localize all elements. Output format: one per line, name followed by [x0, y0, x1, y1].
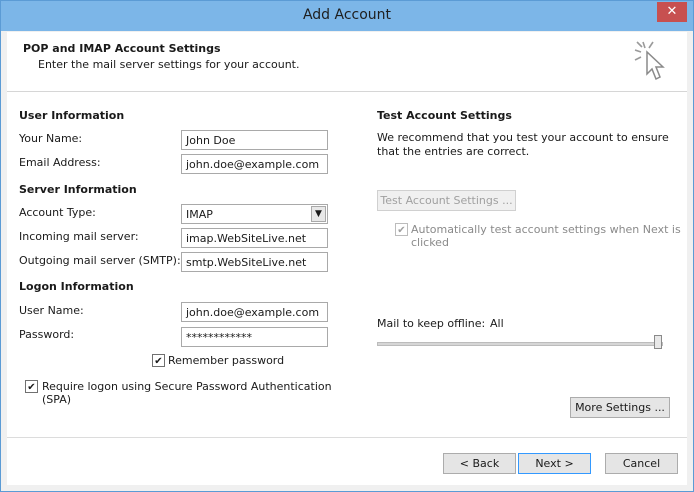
mail-offline-value: All — [490, 317, 504, 330]
footer-divider — [7, 437, 687, 438]
cursor-click-icon — [634, 41, 665, 81]
dialog-header: POP and IMAP Account Settings Enter the … — [7, 32, 687, 92]
window-title: Add Account — [302, 7, 392, 23]
outgoing-server-field[interactable]: smtp.WebSiteLive.net — [181, 252, 328, 272]
dialog-content: User Information Your Name: John Doe Ema… — [7, 92, 687, 485]
test-account-settings-button[interactable]: Test Account Settings ... — [377, 190, 516, 211]
close-button[interactable]: ✕ — [657, 2, 687, 22]
spa-checkbox[interactable] — [25, 380, 38, 393]
server-information-heading: Server Information — [19, 183, 137, 196]
header-title: POP and IMAP Account Settings — [23, 42, 221, 55]
user-information-heading: User Information — [19, 109, 125, 122]
user-name-label: User Name: — [19, 304, 84, 317]
test-description: We recommend that you test your account … — [377, 131, 669, 158]
user-name-field[interactable]: john.doe@example.com — [181, 302, 328, 322]
your-name-field[interactable]: John Doe — [181, 130, 328, 150]
remember-password-label: Remember password — [168, 354, 285, 367]
account-type-value: IMAP — [186, 208, 213, 221]
title-bar: Add Account ✕ — [1, 1, 693, 31]
header-subtitle: Enter the mail server settings for your … — [38, 58, 300, 71]
incoming-server-field[interactable]: imap.WebSiteLive.net — [181, 228, 328, 248]
add-account-dialog: Add Account ✕ POP and IMAP Account Setti… — [0, 0, 694, 492]
password-field[interactable]: ************ — [181, 327, 328, 347]
more-settings-button[interactable]: More Settings ... — [570, 397, 670, 418]
your-name-label: Your Name: — [19, 132, 83, 145]
offline-slider-thumb[interactable] — [654, 335, 662, 349]
email-address-label: Email Address: — [19, 156, 101, 169]
remember-password-checkbox[interactable] — [152, 354, 165, 367]
password-label: Password: — [19, 328, 75, 341]
offline-slider-track[interactable] — [377, 342, 663, 346]
spa-label: Require logon using Secure Password Auth… — [42, 380, 332, 406]
mail-offline-label: Mail to keep offline: — [377, 317, 486, 330]
cancel-button[interactable]: Cancel — [605, 453, 678, 474]
auto-test-checkbox[interactable] — [395, 223, 408, 236]
account-type-select[interactable]: IMAP ▼ — [181, 204, 328, 224]
email-address-field[interactable]: john.doe@example.com — [181, 154, 328, 174]
chevron-down-icon[interactable]: ▼ — [311, 206, 326, 222]
incoming-server-label: Incoming mail server: — [19, 230, 139, 243]
account-type-label: Account Type: — [19, 206, 96, 219]
test-account-settings-heading: Test Account Settings — [377, 109, 512, 122]
auto-test-label: Automatically test account settings when… — [411, 223, 681, 249]
logon-information-heading: Logon Information — [19, 280, 134, 293]
back-button[interactable]: < Back — [443, 453, 516, 474]
next-button[interactable]: Next > — [518, 453, 591, 474]
outgoing-server-label: Outgoing mail server (SMTP): — [19, 254, 181, 267]
